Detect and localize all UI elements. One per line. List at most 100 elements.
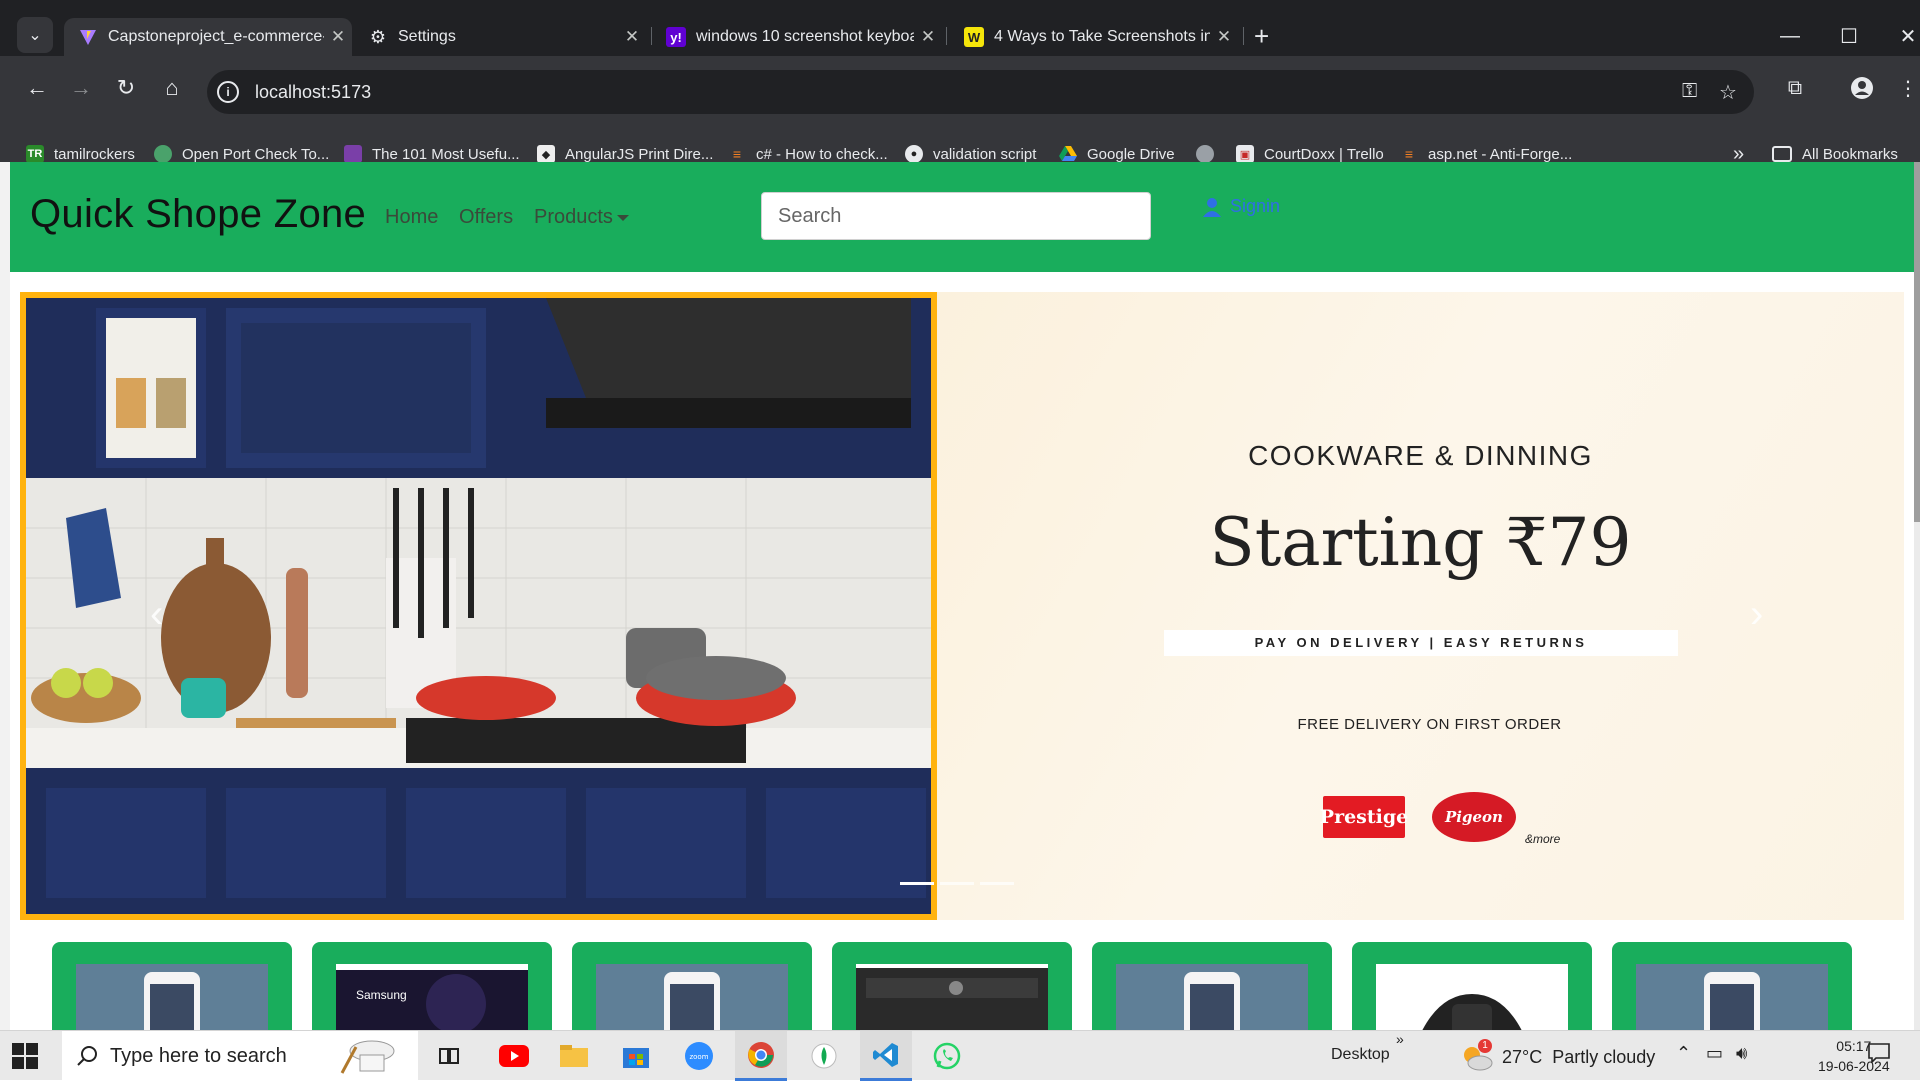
prestige-logo: Prestige (1320, 796, 1408, 838)
url-text: localhost:5173 (255, 81, 372, 102)
windows-taskbar: Type here to search zoom Desktop » 1 27°… (0, 1030, 1920, 1081)
desktop-toolbar-label[interactable]: Desktop (1331, 1046, 1390, 1064)
tab-settings[interactable]: ⚙ Settings ✕ (354, 18, 646, 56)
product-image-tv: Samsung (336, 964, 528, 1030)
minimize-window-icon[interactable]: — (1770, 16, 1810, 56)
weather-text: Partly cloudy (1552, 1046, 1656, 1067)
vite-icon (78, 27, 98, 47)
wikihow-icon: W (964, 27, 984, 47)
taskbar-search-box[interactable]: Type here to search (62, 1031, 418, 1081)
product-cards-row: Samsung (0, 942, 1920, 1030)
profile-icon[interactable] (1844, 70, 1880, 106)
product-image-phone (1116, 964, 1308, 1030)
brand-logo[interactable]: Quick Shope Zone (30, 192, 366, 237)
tab-capstone[interactable]: Capstoneproject_e-commerce-a ✕ (64, 18, 352, 56)
maximize-window-icon[interactable]: ☐ (1829, 16, 1869, 56)
home-icon[interactable]: ⌂ (154, 70, 190, 106)
tab-title: Settings (398, 28, 456, 45)
chef-hat-search-art-icon (340, 1040, 395, 1074)
address-bar[interactable]: i localhost:5173 ⚿ ☆ (207, 70, 1754, 114)
bookmark-label: validation script (933, 145, 1037, 163)
site-navbar: Quick Shope Zone Home Offers Products Si… (10, 162, 1914, 272)
nav-offers-link[interactable]: Offers (459, 206, 513, 229)
file-explorer-icon[interactable] (548, 1031, 600, 1081)
gear-icon: ⚙ (369, 26, 387, 47)
whatsapp-icon[interactable] (921, 1031, 973, 1081)
product-card[interactable] (52, 942, 292, 1030)
back-arrow-icon[interactable]: ← (19, 70, 55, 106)
page-scrollbar[interactable] (1914, 162, 1920, 1030)
product-image-watch (1376, 964, 1568, 1030)
task-view-icon[interactable] (423, 1031, 475, 1081)
nav-home-link[interactable]: Home (385, 206, 438, 229)
samsung-label: Samsung (356, 988, 407, 1002)
all-bookmarks-label: All Bookmarks (1802, 145, 1898, 163)
close-window-icon[interactable]: ✕ (1888, 16, 1920, 56)
reload-icon[interactable]: ↻ (108, 70, 144, 106)
carousel-indicator[interactable] (980, 882, 1014, 885)
carousel-indicator[interactable] (900, 882, 934, 885)
extensions-icon[interactable]: ⧉ (1777, 70, 1813, 106)
forward-arrow-icon[interactable]: → (63, 70, 99, 106)
tab-wikihow[interactable]: W 4 Ways to Take Screenshots in W ✕ (950, 18, 1238, 56)
chrome-icon[interactable] (735, 1031, 787, 1081)
search-icon (77, 1046, 97, 1066)
new-tab-button[interactable]: + (1254, 22, 1269, 50)
browser-tab-bar: ⌄ Capstoneproject_e-commerce-a ✕ ⚙ Setti… (0, 0, 1920, 56)
bookmark-label: c# - How to check... (756, 145, 888, 163)
carousel-next-icon[interactable]: › (1750, 592, 1763, 637)
product-card[interactable] (1352, 942, 1592, 1030)
product-card[interactable] (1092, 942, 1332, 1030)
promo-title: COOKWARE & DINNING (1248, 440, 1593, 471)
weather-temp: 27°C (1502, 1046, 1543, 1067)
product-card[interactable] (1612, 942, 1852, 1030)
scrollbar-thumb[interactable] (1914, 162, 1920, 522)
toolbar-expand-chevron-icon[interactable]: » (1396, 1031, 1404, 1047)
user-icon (1203, 197, 1221, 217)
promo-price: Starting ₹79 (1209, 504, 1632, 581)
mongodb-compass-icon[interactable] (798, 1031, 850, 1081)
volume-icon[interactable]: 🔊︎ (1736, 1043, 1747, 1064)
product-card[interactable] (832, 942, 1072, 1030)
zoom-icon[interactable]: zoom (673, 1031, 725, 1081)
bookmark-label: CourtDoxx | Trello (1264, 145, 1384, 163)
folder-icon (1772, 146, 1792, 162)
bookmark-label: The 101 Most Usefu... (372, 145, 520, 163)
notifications-icon[interactable] (1868, 1043, 1890, 1068)
battery-icon[interactable]: ▭ (1706, 1043, 1723, 1064)
github-icon: ● (905, 145, 923, 163)
close-tab-icon[interactable]: ✕ (1210, 27, 1238, 47)
dev-icon: ◆ (537, 145, 555, 163)
tab-yahoo[interactable]: y! windows 10 screenshot keyboar ✕ (652, 18, 942, 56)
trello-icon: ▣ (1236, 145, 1254, 163)
tab-separator (946, 27, 947, 45)
carousel-indicator[interactable] (940, 882, 974, 885)
page-left-edge (0, 162, 10, 1030)
youtube-icon[interactable] (488, 1031, 540, 1081)
bookmark-star-icon[interactable]: ☆ (1719, 80, 1737, 105)
menu-kebab-icon[interactable]: ⋮ (1890, 70, 1920, 106)
promo-delivery-band: PAY ON DELIVERY | EASY RETURNS (1164, 630, 1678, 656)
nav-products-dropdown[interactable]: Products (534, 206, 629, 229)
tab-search-dropdown-button[interactable]: ⌄ (17, 17, 53, 53)
vscode-icon[interactable] (860, 1031, 912, 1081)
show-hidden-icons-chevron-icon[interactable]: ⌃ (1676, 1043, 1691, 1064)
product-card[interactable]: Samsung (312, 942, 552, 1030)
close-tab-icon[interactable]: ✕ (618, 27, 646, 47)
carousel-indicators (900, 882, 1014, 885)
signin-link[interactable]: Signin (1202, 196, 1280, 217)
weather-widget[interactable]: 1 27°C Partly cloudy (1460, 1039, 1656, 1071)
windows-start-icon[interactable] (12, 1043, 38, 1069)
bookmark-label: asp.net - Anti-Forge... (1428, 145, 1573, 163)
product-image-phone (76, 964, 268, 1030)
close-tab-icon[interactable]: ✕ (324, 27, 352, 47)
microsoft-store-icon[interactable] (610, 1031, 662, 1081)
products-label: Products (534, 206, 613, 228)
pigeon-logo: Pigeon (1432, 792, 1516, 842)
site-info-icon[interactable]: i (217, 81, 239, 103)
product-card[interactable] (572, 942, 812, 1030)
password-key-icon[interactable]: ⚿ (1682, 80, 1697, 103)
carousel-prev-icon[interactable]: ‹ (150, 592, 163, 637)
search-input[interactable] (761, 192, 1151, 240)
close-tab-icon[interactable]: ✕ (914, 27, 942, 47)
